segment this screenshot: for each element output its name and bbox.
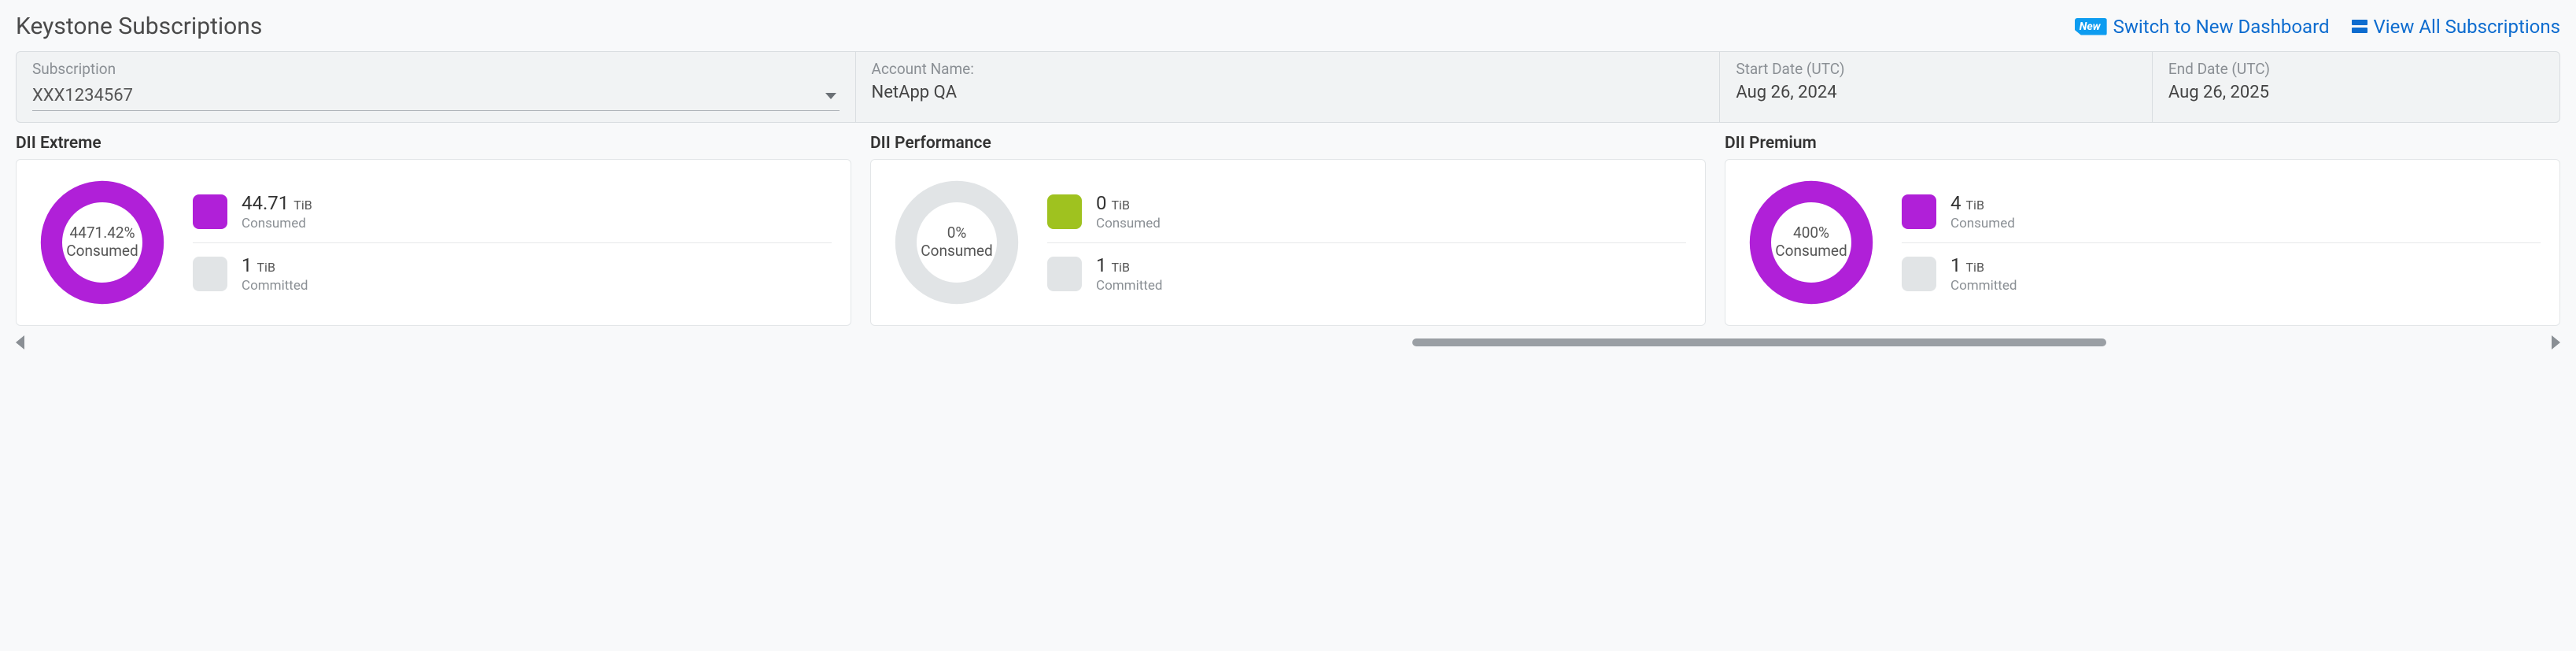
consumed-row: 4 TiB Consumed: [1902, 181, 2541, 242]
carousel-scrollbar[interactable]: [48, 338, 2528, 346]
committed-row: 1 TiB Committed: [1047, 242, 1686, 305]
consumed-row: 44.71 TiB Consumed: [193, 181, 832, 242]
carousel-prev-icon[interactable]: [16, 335, 24, 350]
list-icon: [2352, 20, 2367, 33]
start-date-cell: Start Date (UTC) Aug 26, 2024: [1720, 52, 2152, 122]
start-date-label: Start Date (UTC): [1736, 60, 2135, 78]
consumed-label: Consumed: [1950, 216, 2015, 231]
committed-row: 1 TiB Committed: [193, 242, 832, 305]
ring-percent: 0%: [947, 224, 967, 242]
switch-dashboard-link[interactable]: New Switch to New Dashboard: [2075, 16, 2330, 38]
consumed-label: Consumed: [1096, 216, 1161, 231]
committed-row: 1 TiB Committed: [1902, 242, 2541, 305]
tier-card[interactable]: 0%Consumed0 TiBConsumed1 TiBCommitted: [870, 159, 1706, 326]
committed-label: Committed: [1950, 278, 2017, 294]
tiers-row: DII Extreme4471.42%Consumed44.71 TiBCons…: [16, 134, 2560, 326]
tier-stats: 0 TiB Consumed 1 TiB Committed: [1047, 181, 1686, 305]
tier-title: DII Premium: [1725, 134, 2560, 153]
ring-label: Consumed: [66, 242, 138, 261]
committed-value: 1: [1096, 254, 1107, 276]
page-title: Keystone Subscriptions: [16, 13, 262, 40]
subscription-select[interactable]: XXX1234567: [32, 83, 840, 111]
consumed-swatch-icon: [1902, 194, 1936, 229]
ring-label: Consumed: [921, 242, 992, 261]
subscription-label: Subscription: [32, 60, 840, 78]
committed-value: 1: [1950, 254, 1962, 276]
consumption-ring: 400%Consumed: [1744, 176, 1878, 309]
top-links: New Switch to New Dashboard View All Sub…: [2075, 16, 2560, 38]
tier-stats: 4 TiB Consumed 1 TiB Committed: [1902, 181, 2541, 305]
carousel-scroll: [16, 335, 2560, 350]
unit-label: TiB: [1112, 260, 1130, 275]
ring-percent: 400%: [1793, 224, 1829, 242]
consumed-value: 4: [1950, 192, 1962, 214]
account-value: NetApp QA: [872, 83, 1704, 102]
consumed-label: Consumed: [242, 216, 312, 231]
consumed-value: 44.71: [242, 192, 289, 214]
tier-stats: 44.71 TiB Consumed 1 TiB Committed: [193, 181, 832, 305]
new-badge-icon: New: [2075, 18, 2107, 35]
committed-swatch-icon: [1047, 257, 1082, 291]
tier-card[interactable]: 4471.42%Consumed44.71 TiBConsumed1 TiBCo…: [16, 159, 851, 326]
tier-title: DII Extreme: [16, 134, 851, 153]
unit-label: TiB: [293, 198, 312, 213]
carousel-scrollbar-thumb[interactable]: [1412, 338, 2107, 346]
committed-value: 1: [242, 254, 253, 276]
subscription-value: XXX1234567: [32, 86, 133, 105]
tier: DII Premium400%Consumed4 TiBConsumed1 Ti…: [1725, 134, 2560, 326]
ring-label: Consumed: [1775, 242, 1847, 261]
unit-label: TiB: [1966, 198, 1984, 213]
start-date-value: Aug 26, 2024: [1736, 83, 2135, 102]
unit-label: TiB: [1966, 260, 1984, 275]
committed-swatch-icon: [193, 257, 227, 291]
account-label: Account Name:: [872, 60, 1704, 78]
view-all-label: View All Subscriptions: [2374, 16, 2560, 38]
tier: DII Extreme4471.42%Consumed44.71 TiBCons…: [16, 134, 851, 326]
end-date-cell: End Date (UTC) Aug 26, 2025: [2153, 52, 2559, 122]
end-date-value: Aug 26, 2025: [2168, 83, 2544, 102]
unit-label: TiB: [1112, 198, 1130, 213]
switch-dashboard-label: Switch to New Dashboard: [2113, 16, 2330, 38]
account-cell: Account Name: NetApp QA: [856, 52, 1721, 122]
consumption-ring: 0%Consumed: [890, 176, 1024, 309]
unit-label: TiB: [257, 260, 275, 275]
consumed-row: 0 TiB Consumed: [1047, 181, 1686, 242]
consumption-ring: 4471.42%Consumed: [35, 176, 169, 309]
consumed-value: 0: [1096, 192, 1107, 214]
committed-label: Committed: [1096, 278, 1162, 294]
subscription-cell: Subscription XXX1234567: [17, 52, 856, 122]
consumed-swatch-icon: [193, 194, 227, 229]
tier-title: DII Performance: [870, 134, 1706, 153]
view-all-subscriptions-link[interactable]: View All Subscriptions: [2352, 16, 2560, 38]
committed-swatch-icon: [1902, 257, 1936, 291]
consumed-swatch-icon: [1047, 194, 1082, 229]
committed-label: Committed: [242, 278, 308, 294]
ring-percent: 4471.42%: [70, 224, 135, 242]
tier-card[interactable]: 400%Consumed4 TiBConsumed1 TiBCommitted: [1725, 159, 2560, 326]
end-date-label: End Date (UTC): [2168, 60, 2544, 78]
carousel-next-icon[interactable]: [2552, 335, 2560, 350]
info-bar: Subscription XXX1234567 Account Name: Ne…: [16, 51, 2560, 123]
tier: DII Performance0%Consumed0 TiBConsumed1 …: [870, 134, 1706, 326]
chevron-down-icon: [825, 93, 836, 99]
